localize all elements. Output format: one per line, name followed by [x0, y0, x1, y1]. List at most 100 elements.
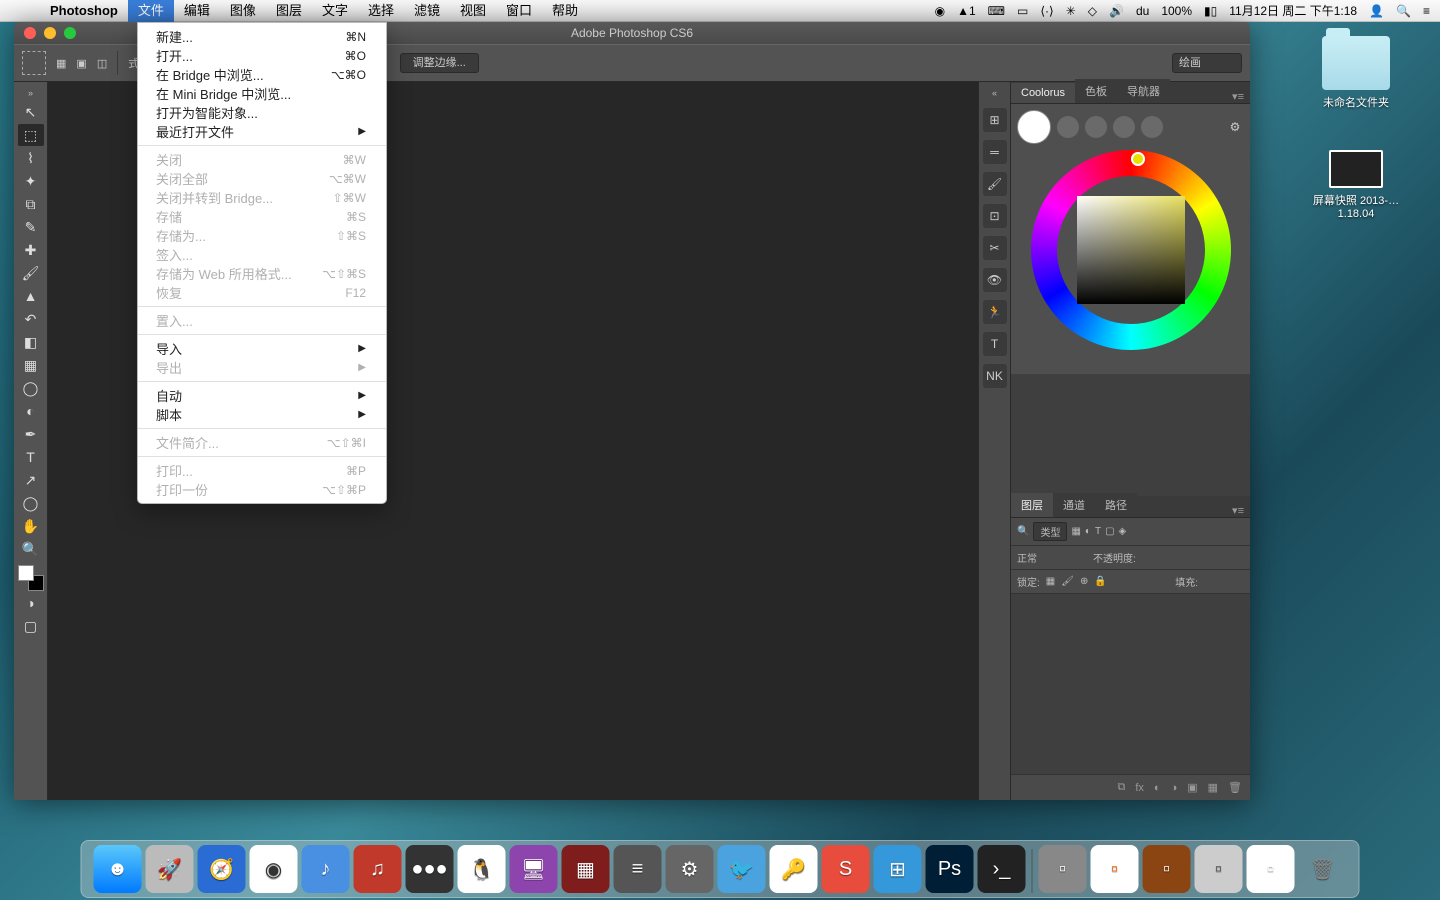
lock-trans-icon[interactable]: ▦ [1046, 576, 1055, 587]
menu-item[interactable]: 导入▶ [138, 339, 386, 358]
hand-tool[interactable]: ✋ [18, 515, 44, 537]
menu-item[interactable]: 最近打开文件▶ [138, 122, 386, 141]
heal-tool[interactable]: ✚ [18, 239, 44, 261]
panel-icon-1[interactable]: ⊞ [983, 108, 1007, 132]
notification-icon[interactable]: ≡ [1423, 4, 1430, 18]
menu-item[interactable]: 在 Bridge 中浏览...⌥⌘O [138, 65, 386, 84]
volume-icon[interactable]: 🔊 [1109, 4, 1124, 18]
tab-layers[interactable]: 图层 [1011, 493, 1053, 517]
gradient-tool[interactable]: ▦ [18, 354, 44, 376]
dock-launchpad[interactable]: 🚀 [146, 845, 194, 893]
panel-icon-6[interactable]: 👁 [983, 268, 1007, 292]
menu-view[interactable]: 视图 [450, 0, 496, 22]
blend-mode-dropdown[interactable]: 正常 [1017, 550, 1087, 565]
path-tool[interactable]: ↗ [18, 469, 44, 491]
preset-2[interactable] [1085, 116, 1107, 138]
history-brush-tool[interactable]: ↶ [18, 308, 44, 330]
dock-cal[interactable]: ▦ [562, 845, 610, 893]
dock-stack-1[interactable]: ▫ [1039, 845, 1087, 893]
menu-file[interactable]: 文件 [128, 0, 174, 22]
tab-channels[interactable]: 通道 [1053, 493, 1095, 517]
wifi-icon[interactable]: ◇ [1088, 4, 1097, 18]
eraser-tool[interactable]: ◧ [18, 331, 44, 353]
dock-app1[interactable]: ≡ [614, 845, 662, 893]
menu-image[interactable]: 图像 [220, 0, 266, 22]
trash-icon[interactable]: 🗑 [1228, 781, 1242, 794]
color-wheel[interactable] [1031, 150, 1231, 350]
dock-itunes[interactable]: ♪ [302, 845, 350, 893]
maximize-icon[interactable] [64, 27, 76, 39]
panel-icon-text[interactable]: T [983, 332, 1007, 356]
layers-list[interactable] [1011, 594, 1250, 774]
dock-desktop[interactable]: 🖥 [510, 845, 558, 893]
pen-tool[interactable]: ✒ [18, 423, 44, 445]
view-icon[interactable]: ▦ [56, 57, 66, 70]
dock-trash[interactable]: 🗑 [1299, 845, 1347, 893]
filter-smart-icon[interactable]: ◈ [1119, 526, 1127, 537]
tab-navigator[interactable]: 导航器 [1117, 79, 1170, 103]
dodge-tool[interactable]: ◐ [18, 400, 44, 422]
panel-icon-2[interactable]: ═ [983, 140, 1007, 164]
menu-item[interactable]: 打开为智能对象... [138, 103, 386, 122]
panel-icon-5[interactable]: ✂ [983, 236, 1007, 260]
tab-coolorus[interactable]: Coolorus [1011, 83, 1075, 103]
desktop-folder[interactable]: 未命名文件夹 [1312, 36, 1400, 110]
type-tool[interactable]: T [18, 446, 44, 468]
view-icon-3[interactable]: ◫ [97, 57, 107, 70]
view-icon-2[interactable]: ▣ [76, 57, 86, 70]
menu-item[interactable]: 新建...⌘N [138, 27, 386, 46]
mask-icon[interactable]: ◐ [1154, 782, 1161, 794]
close-icon[interactable] [24, 27, 36, 39]
dock-terminal[interactable]: ›_ [978, 845, 1026, 893]
dock-zip[interactable]: ▫ [1195, 845, 1243, 893]
menu-type[interactable]: 文字 [312, 0, 358, 22]
panel-icon-4[interactable]: ⊡ [983, 204, 1007, 228]
cc-icon[interactable]: ◉ [935, 4, 945, 18]
dock-chrome[interactable]: ◉ [250, 845, 298, 893]
filter-adjust-icon[interactable]: ◐ [1085, 526, 1091, 537]
spotlight-icon[interactable]: 🔍 [1396, 4, 1411, 18]
panel-icon-brush[interactable]: 🖌 [983, 172, 1007, 196]
code-icon[interactable]: ⟨·⟩ [1040, 4, 1053, 18]
clock[interactable]: 11月12日 周二 下午1:18 [1229, 2, 1357, 19]
eyedropper-tool[interactable]: ✎ [18, 216, 44, 238]
menu-item[interactable]: 打开...⌘O [138, 46, 386, 65]
dock-media[interactable]: ●●● [406, 845, 454, 893]
dock-stack-5[interactable]: ▫ [1247, 845, 1295, 893]
filter-type-icon[interactable]: T [1095, 526, 1101, 537]
dock-rar[interactable]: ▫ [1143, 845, 1191, 893]
dock-safari[interactable]: 🧭 [198, 845, 246, 893]
menu-select[interactable]: 选择 [358, 0, 404, 22]
menu-window[interactable]: 窗口 [496, 0, 542, 22]
display-icon[interactable]: ▭ [1017, 4, 1028, 18]
collapse-icon[interactable]: » [28, 88, 33, 100]
move-tool[interactable]: ↖ [18, 101, 44, 123]
menu-help[interactable]: 帮助 [542, 0, 588, 22]
link-icon[interactable]: ⧉ [1117, 781, 1125, 794]
du-icon[interactable]: du [1136, 4, 1149, 18]
dock-stack-2[interactable]: ▫ [1091, 845, 1139, 893]
sync-icon[interactable]: ✳ [1066, 4, 1076, 18]
layers-menu-icon[interactable]: ▾≡ [1226, 504, 1250, 517]
panel-icon-9[interactable]: NK [983, 364, 1007, 388]
panel-menu-icon[interactable]: ▾≡ [1226, 90, 1250, 103]
brush-tool[interactable]: 🖌 [18, 262, 44, 284]
dock-bird[interactable]: 🐦 [718, 845, 766, 893]
dock-s[interactable]: S [822, 845, 870, 893]
marquee-tool[interactable]: ⬚ [18, 124, 44, 146]
adjustment-icon[interactable]: ◑ [1171, 782, 1178, 794]
screen-mode-icon[interactable]: ▢ [18, 615, 44, 637]
menu-filter[interactable]: 滤镜 [404, 0, 450, 22]
adobe-icon[interactable]: ▲1 [957, 4, 976, 18]
foreground-color[interactable] [18, 565, 34, 581]
preset-1[interactable] [1057, 116, 1079, 138]
preset-3[interactable] [1113, 116, 1135, 138]
fx-icon[interactable]: fx [1135, 782, 1144, 794]
current-tool-icon[interactable] [22, 51, 46, 75]
hue-handle-icon[interactable] [1131, 152, 1145, 166]
minimize-icon[interactable] [44, 27, 56, 39]
lasso-tool[interactable]: ⌇ [18, 147, 44, 169]
dock-1pw[interactable]: 🔑 [770, 845, 818, 893]
app-name[interactable]: Photoshop [40, 3, 128, 18]
filter-pixel-icon[interactable]: ▦ [1071, 526, 1080, 537]
